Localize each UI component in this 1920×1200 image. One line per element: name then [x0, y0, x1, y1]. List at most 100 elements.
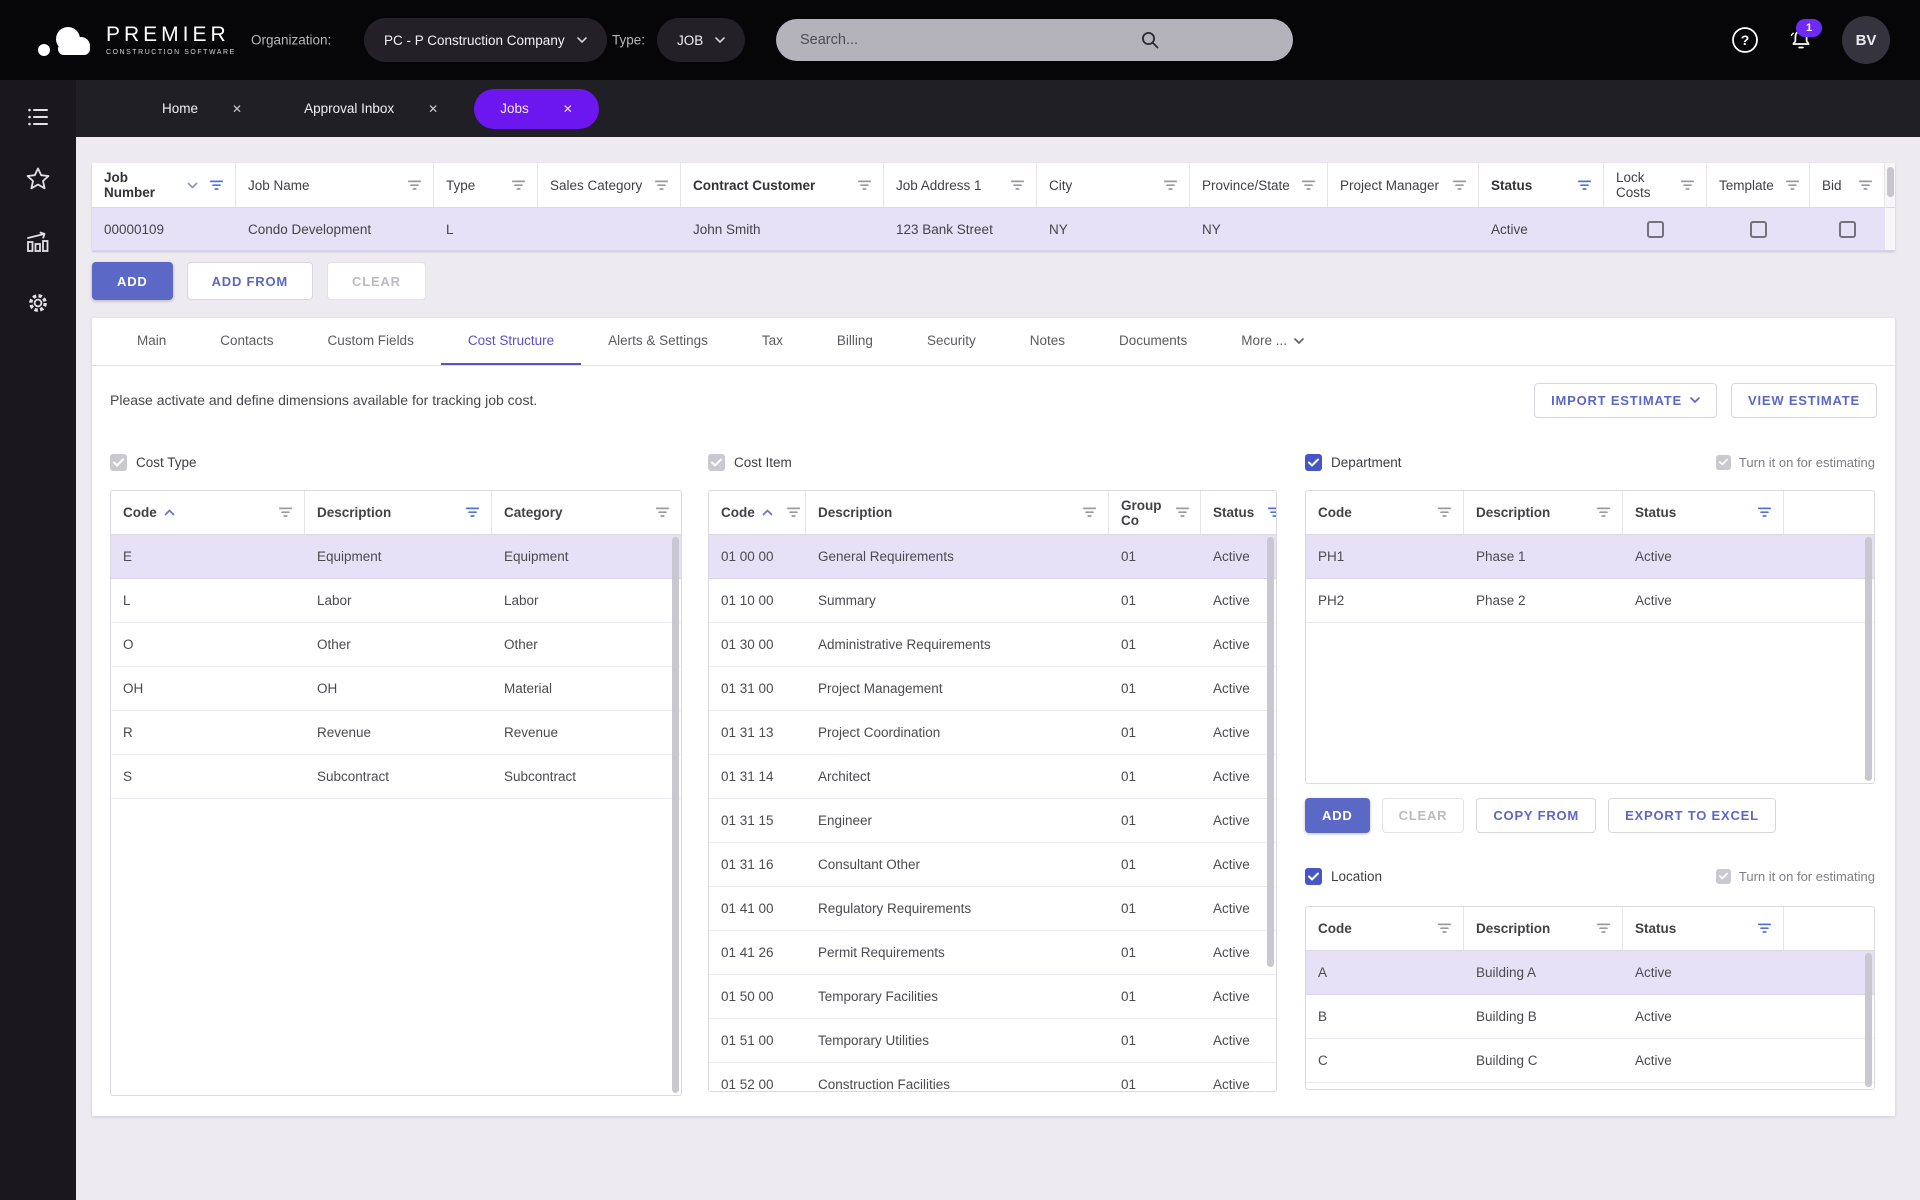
table-row[interactable]: O Other Other: [111, 623, 681, 667]
filter-icon[interactable]: [656, 507, 669, 518]
search-input[interactable]: [776, 32, 1293, 48]
column-header-status[interactable]: Status: [1479, 163, 1604, 207]
filter-icon[interactable]: [1597, 507, 1610, 518]
column-header-status[interactable]: Status: [1623, 907, 1784, 950]
tab-alerts-settings[interactable]: Alerts & Settings: [581, 318, 735, 365]
table-row[interactable]: 01 00 00 General Requirements 01 Active: [709, 535, 1276, 579]
filter-icon[interactable]: [1083, 507, 1096, 518]
filter-icon[interactable]: [858, 180, 871, 191]
filter-icon[interactable]: [408, 180, 421, 191]
filter-icon[interactable]: [1758, 507, 1771, 518]
column-header-description[interactable]: Description: [1464, 491, 1623, 534]
table-row[interactable]: 01 51 00 Temporary Utilities 01 Active: [709, 1019, 1276, 1063]
department-add-button[interactable]: ADD: [1305, 798, 1370, 833]
column-header-job-number[interactable]: Job Number: [92, 163, 236, 207]
scrollbar-thumb[interactable]: [1865, 537, 1872, 781]
tab-custom-fields[interactable]: Custom Fields: [301, 318, 441, 365]
filter-icon[interactable]: [466, 507, 479, 518]
clear-button[interactable]: CLEAR: [327, 262, 426, 300]
bid-checkbox[interactable]: [1839, 220, 1856, 238]
column-header-city[interactable]: City: [1037, 163, 1190, 207]
filter-icon[interactable]: [1302, 180, 1315, 191]
column-header-sales-category[interactable]: Sales Category: [538, 163, 681, 207]
help-button[interactable]: ?: [1730, 25, 1760, 55]
notifications-button[interactable]: 1: [1786, 19, 1822, 55]
table-row[interactable]: C Building C Active: [1306, 1039, 1874, 1083]
cost-item-checkbox[interactable]: [708, 453, 725, 471]
column-header-type[interactable]: Type: [434, 163, 538, 207]
filter-icon[interactable]: [210, 180, 223, 191]
column-header-lock-costs[interactable]: Lock Costs: [1604, 163, 1707, 207]
scrollbar-thumb[interactable]: [1865, 953, 1872, 1087]
tab-tax[interactable]: Tax: [735, 318, 810, 365]
table-row[interactable]: 01 41 26 Permit Requirements 01 Active: [709, 931, 1276, 975]
export-to-excel-button[interactable]: EXPORT TO EXCEL: [1608, 798, 1776, 833]
department-copy-from-button[interactable]: COPY FROM: [1476, 798, 1597, 833]
table-row[interactable]: 01 31 15 Engineer 01 Active: [709, 799, 1276, 843]
close-icon[interactable]: ✕: [232, 102, 242, 116]
table-row[interactable]: PH1 Phase 1 Active: [1306, 535, 1874, 579]
table-row[interactable]: E Equipment Equipment: [111, 535, 681, 579]
search-bar[interactable]: [776, 19, 1293, 61]
table-row[interactable]: 01 31 16 Consultant Other 01 Active: [709, 843, 1276, 887]
column-header-category[interactable]: Category: [492, 491, 681, 534]
column-header-code[interactable]: Code: [111, 491, 305, 534]
filter-icon[interactable]: [1268, 507, 1276, 518]
column-header-contract-customer[interactable]: Contract Customer: [681, 163, 884, 207]
table-row[interactable]: PH2 Phase 2 Active: [1306, 579, 1874, 623]
tab-main[interactable]: Main: [110, 318, 193, 365]
scrollbar-thumb[interactable]: [1267, 537, 1274, 967]
table-row[interactable]: B Building B Active: [1306, 995, 1874, 1039]
table-row[interactable]: R Revenue Revenue: [111, 711, 681, 755]
column-header-description[interactable]: Description: [1464, 907, 1623, 950]
department-checkbox[interactable]: [1305, 453, 1322, 471]
department-estimating-checkbox[interactable]: [1715, 454, 1731, 470]
column-header-job-address-1[interactable]: Job Address 1: [884, 163, 1037, 207]
cost-type-checkbox[interactable]: [110, 453, 127, 471]
filter-icon[interactable]: [1681, 180, 1694, 191]
column-header-code[interactable]: Code: [1306, 907, 1464, 950]
column-header-group-co[interactable]: Group Co: [1109, 491, 1201, 534]
window-tab-approval-inbox[interactable]: Approval Inbox ✕: [278, 89, 464, 129]
filter-icon[interactable]: [1785, 180, 1799, 191]
menu-list-button[interactable]: [25, 104, 51, 130]
filter-icon[interactable]: [512, 180, 525, 191]
search-icon[interactable]: [1140, 30, 1160, 50]
user-avatar[interactable]: BV: [1842, 16, 1890, 64]
table-row[interactable]: 01 41 00 Regulatory Requirements 01 Active: [709, 887, 1276, 931]
column-header-code[interactable]: Code: [709, 491, 806, 534]
filter-icon[interactable]: [1453, 180, 1466, 191]
location-checkbox[interactable]: [1305, 867, 1322, 885]
tab-contacts[interactable]: Contacts: [193, 318, 300, 365]
table-row[interactable]: 01 31 14 Architect 01 Active: [709, 755, 1276, 799]
close-icon[interactable]: ✕: [428, 102, 438, 116]
table-row[interactable]: 01 31 13 Project Coordination 01 Active: [709, 711, 1276, 755]
organization-select[interactable]: PC - P Construction Company: [364, 18, 607, 62]
filter-icon[interactable]: [1758, 923, 1771, 934]
favorites-button[interactable]: [25, 166, 51, 192]
template-checkbox[interactable]: [1750, 220, 1767, 238]
filter-icon[interactable]: [1011, 180, 1024, 191]
column-header-bid[interactable]: Bid: [1810, 163, 1885, 207]
table-row[interactable]: 01 10 00 Summary 01 Active: [709, 579, 1276, 623]
column-header-template[interactable]: Template: [1707, 163, 1810, 207]
tab-security[interactable]: Security: [900, 318, 1003, 365]
table-row[interactable]: 01 30 00 Administrative Requirements 01 Act…: [709, 623, 1276, 667]
table-row[interactable]: 01 31 00 Project Management 01 Active: [709, 667, 1276, 711]
filter-icon[interactable]: [1578, 180, 1591, 191]
reports-button[interactable]: [25, 228, 51, 254]
column-header-description[interactable]: Description: [305, 491, 492, 534]
column-header-description[interactable]: Description: [806, 491, 1109, 534]
table-row[interactable]: A Building A Active: [1306, 951, 1874, 995]
filter-icon[interactable]: [655, 180, 668, 191]
job-row[interactable]: 00000109 Condo Development L John Smith 123 …: [92, 208, 1895, 251]
table-row[interactable]: S Subcontract Subcontract: [111, 755, 681, 799]
scrollbar-thumb[interactable]: [1887, 167, 1894, 197]
filter-icon[interactable]: [1164, 180, 1177, 191]
add-from-button[interactable]: ADD FROM: [186, 262, 314, 300]
location-estimating-checkbox[interactable]: [1715, 868, 1731, 884]
tab-billing[interactable]: Billing: [810, 318, 900, 365]
table-row[interactable]: 01 50 00 Temporary Facilities 01 Active: [709, 975, 1276, 1019]
filter-icon[interactable]: [1175, 507, 1189, 518]
column-header-code[interactable]: Code: [1306, 491, 1464, 534]
